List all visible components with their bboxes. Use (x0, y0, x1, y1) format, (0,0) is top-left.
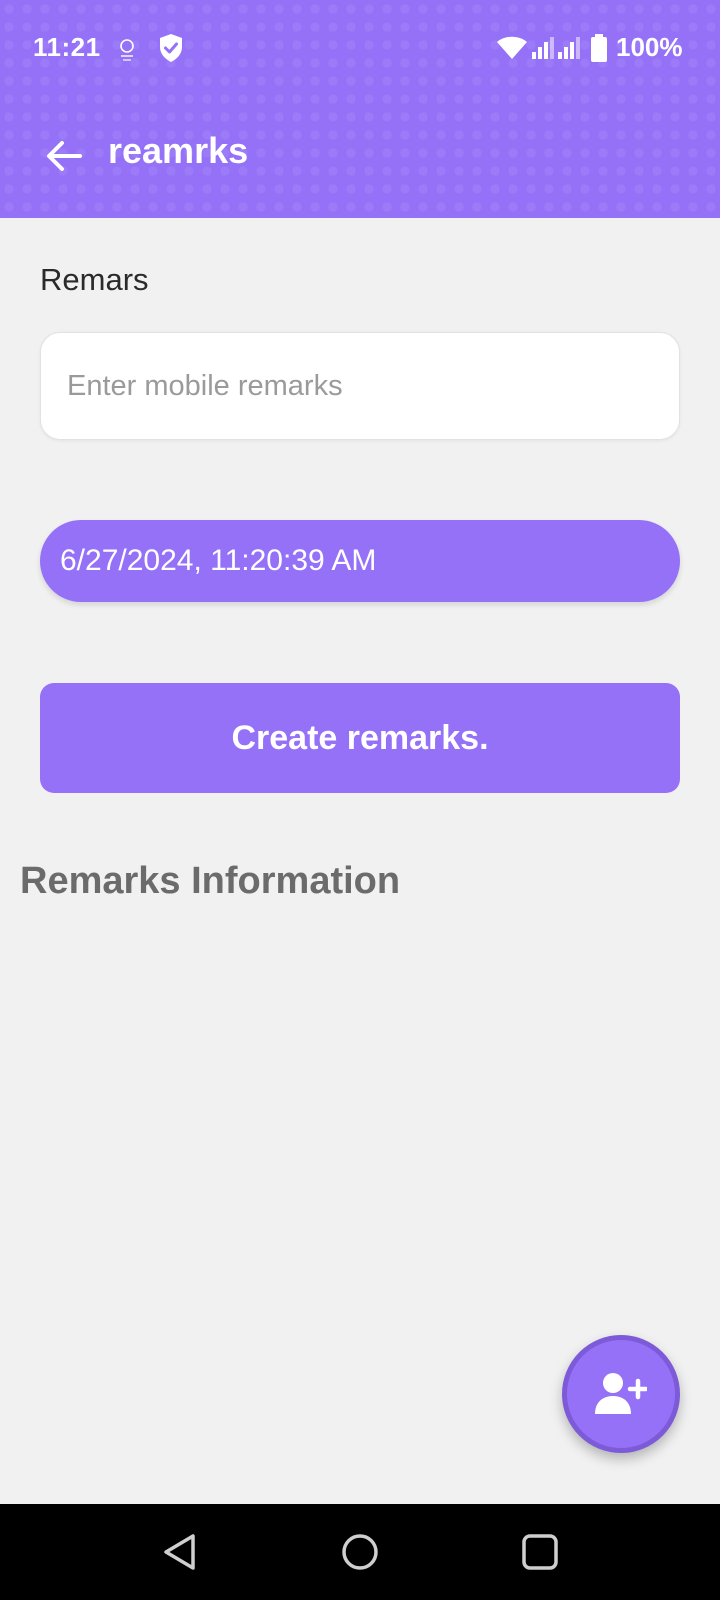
signal-icon (532, 37, 554, 59)
back-button[interactable] (40, 132, 88, 180)
app-header: 11:21 100% reamrks (0, 0, 720, 218)
datetime-value: 6/27/2024, 11:20:39 AM (60, 544, 377, 577)
status-bar: 11:21 100% (0, 0, 720, 100)
battery-percentage: 100% (616, 32, 683, 62)
page-title: reamrks (108, 130, 249, 171)
shield-check-icon (160, 34, 182, 62)
remarks-label: Remars (40, 262, 149, 297)
nav-recents-button[interactable] (512, 1524, 568, 1580)
add-user-icon (595, 1373, 647, 1414)
status-time: 11:21 (33, 32, 101, 62)
signal-icon (558, 37, 580, 59)
datetime-picker[interactable]: 6/27/2024, 11:20:39 AM (40, 520, 680, 602)
create-remarks-button[interactable]: Create remarks. (40, 683, 680, 793)
battery-icon (591, 34, 607, 62)
wifi-icon (497, 36, 527, 59)
add-user-fab[interactable] (562, 1335, 680, 1453)
remarks-input[interactable] (40, 332, 680, 440)
nav-back-button[interactable] (152, 1524, 208, 1580)
home-circle-icon (342, 1534, 378, 1570)
recents-square-icon (522, 1534, 558, 1570)
arrow-left-icon (47, 141, 82, 171)
nav-home-button[interactable] (332, 1524, 388, 1580)
system-nav-bar (0, 1504, 720, 1600)
back-triangle-icon (164, 1534, 195, 1570)
section-title: Remarks Information (20, 860, 401, 902)
notification-icon (120, 39, 134, 61)
